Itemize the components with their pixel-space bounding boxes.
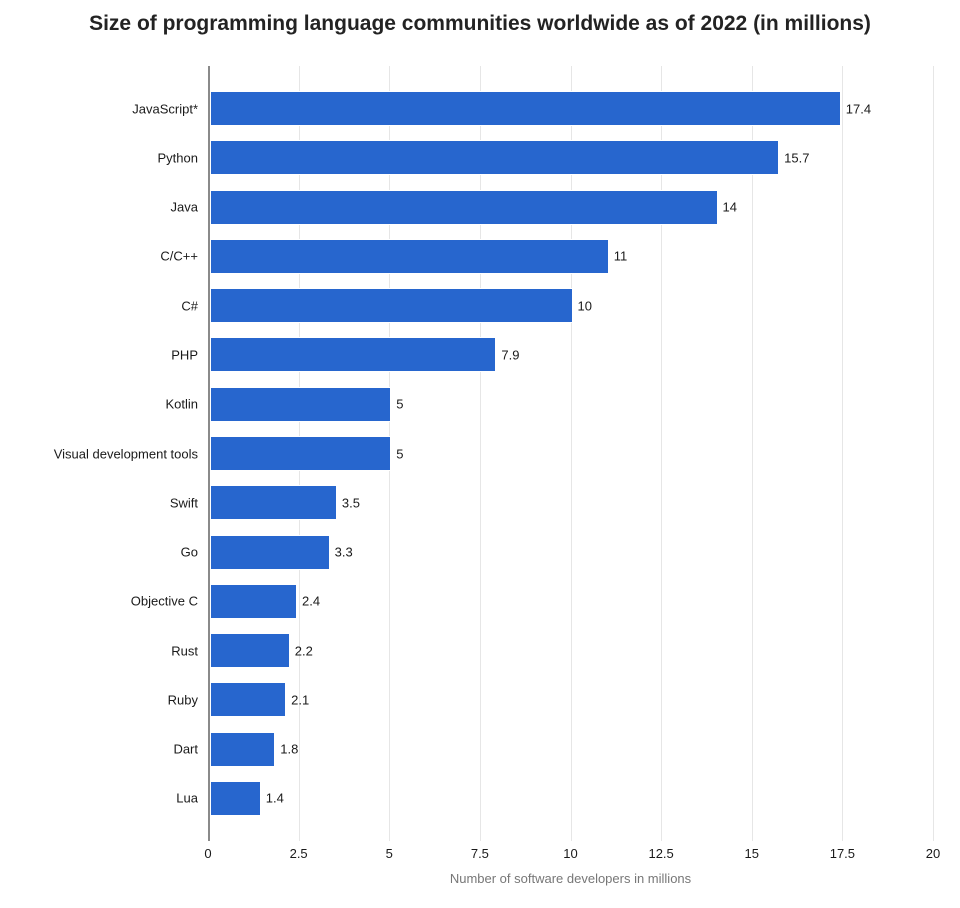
bar: 5 [210, 436, 391, 471]
category-label: Lua [8, 791, 198, 806]
category-label: C# [8, 298, 198, 313]
x-tick-label: 5 [386, 846, 393, 861]
category-label: Ruby [8, 692, 198, 707]
chart-area: JavaScript* Python Java C/C++ C# PHP Kotlin Vis… [0, 66, 960, 876]
bar: 15.7 [210, 140, 779, 175]
bar-value-label: 2.1 [291, 692, 309, 707]
bar: 14 [210, 190, 718, 225]
x-tick-label: 2.5 [290, 846, 308, 861]
category-label: Go [8, 545, 198, 560]
bar-value-label: 1.4 [266, 791, 284, 806]
grid-line [933, 66, 934, 841]
x-tick-label: 7.5 [471, 846, 489, 861]
x-tick-label: 20 [926, 846, 940, 861]
bar-value-label: 7.9 [501, 347, 519, 362]
category-label: C/C++ [8, 249, 198, 264]
bar: 7.9 [210, 337, 496, 372]
bar-value-label: 15.7 [784, 150, 809, 165]
bar-value-label: 3.3 [335, 545, 353, 560]
x-axis-label: Number of software developers in million… [208, 871, 933, 886]
y-category-labels: JavaScript* Python Java C/C++ C# PHP Kotlin Vis… [0, 66, 208, 841]
category-label: Objective C [8, 594, 198, 609]
x-tick-label: 10 [563, 846, 577, 861]
bar: 2.4 [210, 584, 297, 619]
x-tick-label: 12.5 [648, 846, 673, 861]
bar: 3.5 [210, 485, 337, 520]
bar-value-label: 2.2 [295, 643, 313, 658]
bar: 10 [210, 288, 573, 323]
bars-container: 17.415.71411107.9553.53.32.42.22.11.81.4 [208, 66, 933, 841]
x-tick-labels: 02.557.51012.51517.520 [208, 846, 933, 866]
x-tick-label: 15 [745, 846, 759, 861]
bar-value-label: 14 [723, 200, 737, 215]
bar-value-label: 1.8 [280, 742, 298, 757]
bar-value-label: 2.4 [302, 594, 320, 609]
bar: 2.1 [210, 682, 286, 717]
category-label: Rust [8, 643, 198, 658]
bar-value-label: 11 [614, 249, 628, 264]
bar: 11 [210, 239, 609, 274]
chart-title: Size of programming language communities… [0, 12, 960, 36]
bar: 3.3 [210, 535, 330, 570]
category-label: Swift [8, 495, 198, 510]
category-label: JavaScript* [8, 101, 198, 116]
category-label: Python [8, 150, 198, 165]
bar-value-label: 3.5 [342, 495, 360, 510]
bar: 5 [210, 387, 391, 422]
category-label: Dart [8, 742, 198, 757]
bar-value-label: 17.4 [846, 101, 871, 116]
bar: 1.4 [210, 781, 261, 816]
plot-area: 17.415.71411107.9553.53.32.42.22.11.81.4 [208, 66, 933, 841]
x-tick-label: 17.5 [830, 846, 855, 861]
category-label: PHP [8, 347, 198, 362]
bar: 2.2 [210, 633, 290, 668]
bar: 1.8 [210, 732, 275, 767]
bar-value-label: 5 [396, 446, 403, 461]
bar: 17.4 [210, 91, 841, 126]
x-tick-label: 0 [204, 846, 211, 861]
category-label: Kotlin [8, 397, 198, 412]
bar-value-label: 10 [578, 298, 592, 313]
bar-value-label: 5 [396, 397, 403, 412]
category-label: Visual development tools [8, 446, 198, 461]
category-label: Java [8, 200, 198, 215]
